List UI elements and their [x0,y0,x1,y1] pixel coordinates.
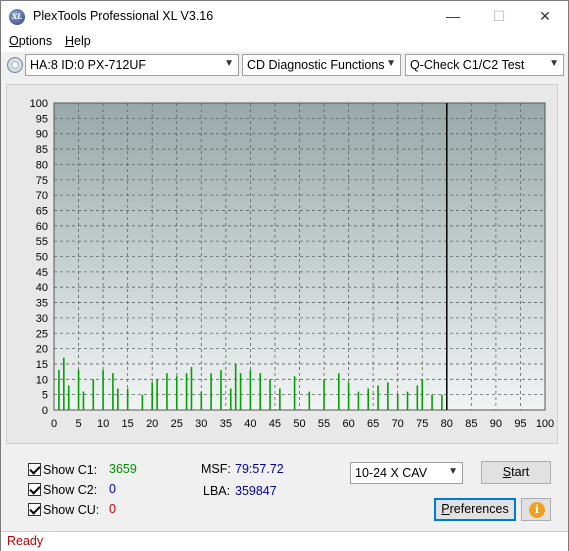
y-tick-label: 35 [36,298,48,310]
function-select[interactable]: CD Diagnostic Functions ▼ [242,54,401,76]
app-logo-icon: XL [9,9,25,25]
status-text: Ready [7,534,44,548]
menu-help[interactable]: Help [65,34,91,48]
x-tick-label: 30 [195,418,207,430]
y-tick-label: 80 [36,159,48,171]
minimize-button[interactable]: — [430,1,476,32]
x-tick-label: 90 [490,418,502,430]
chevron-down-icon: ▼ [224,58,234,69]
results-panel: Show C1: 3659 Show C2: 0 Show CU: 0 MSF:… [6,448,558,528]
x-tick-label: 100 [536,418,554,430]
x-tick-label: 75 [416,418,428,430]
y-tick-label: 25 [36,328,48,340]
x-tick-label: 65 [367,418,379,430]
y-tick-label: 70 [36,190,48,202]
preferences-button-label: references [449,502,509,516]
menu-options[interactable]: Options [9,34,52,48]
y-tick-label: 30 [36,313,48,325]
c1-count: 3659 [109,462,137,476]
test-select-value: Q-Check C1/C2 Test [410,58,525,72]
x-tick-label: 10 [97,418,109,430]
x-tick-label: 70 [392,418,404,430]
function-select-value: CD Diagnostic Functions [247,58,385,72]
drive-select-value: HA:8 ID:0 PX-712UF [30,58,147,72]
c2-count: 0 [109,482,116,496]
y-tick-label: 95 [36,113,48,125]
x-tick-label: 60 [342,418,354,430]
chevron-down-icon: ▼ [386,58,396,69]
msf-value: 79:57.72 [235,462,284,476]
show-c1-label: Show C1: [43,463,98,477]
chart-panel: 0 5 10 15 20 25 30 35 40 45 50 55 60 65 70 75 80 85 90 95 10… [6,84,558,444]
x-tick-label: 15 [122,418,134,430]
lba-label: LBA: [203,484,231,498]
show-c1-checkbox[interactable] [28,463,41,476]
x-tick-label: 25 [171,418,183,430]
drive-select[interactable]: HA:8 ID:0 PX-712UF ▼ [25,54,239,76]
y-tick-label: 50 [36,252,48,264]
start-button-label: tart [511,465,530,479]
start-button-key: S [502,465,512,479]
app-window: XL PlexTools Professional XL V3.16 — ☐ ✕… [0,0,569,551]
y-tick-label: 90 [36,129,48,141]
menu-help-key: H [65,34,75,48]
x-tick-label: 35 [220,418,232,430]
title-bar: XL PlexTools Professional XL V3.16 — ☐ ✕ [1,1,568,32]
info-icon: i [529,502,545,518]
chevron-down-icon: ▼ [448,466,458,477]
close-button[interactable]: ✕ [522,1,568,32]
speed-select[interactable]: 10-24 X CAV ▼ [350,462,463,484]
y-tick-label: 10 [36,374,48,386]
y-tick-label: 0 [42,405,48,417]
y-tick-label: 65 [36,205,48,217]
show-c2-label: Show C2: [43,483,98,497]
test-select[interactable]: Q-Check C1/C2 Test ▼ [405,54,564,76]
y-tick-label: 60 [36,221,48,233]
show-cu-label: Show CU: [43,503,100,517]
toolbar: HA:8 ID:0 PX-712UF ▼ CD Diagnostic Funct… [1,53,568,79]
show-c2-checkbox[interactable] [28,483,41,496]
x-tick-label: 55 [318,418,330,430]
y-tick-label: 15 [36,359,48,371]
cu-count: 0 [109,502,116,516]
menu-options-label: ptions [18,34,53,48]
menu-bar: Options Help [1,32,568,52]
start-button[interactable]: Start [481,461,551,484]
menu-help-label: elp [74,34,91,48]
lba-value: 359847 [235,484,277,498]
y-tick-label: 20 [36,344,48,356]
msf-label: MSF: [201,462,231,476]
y-tick-label: 100 [30,98,48,110]
x-tick-label: 95 [514,418,526,430]
x-tick-label: 80 [441,418,453,430]
speed-select-value: 10-24 X CAV [355,466,428,480]
x-tick-label: 0 [51,418,57,430]
y-tick-label: 85 [36,144,48,156]
show-cu-checkbox[interactable] [28,503,41,516]
cd-drive-icon [7,57,23,73]
info-button[interactable]: i [521,498,551,521]
y-tick-label: 55 [36,236,48,248]
preferences-button[interactable]: Preferences [434,498,516,521]
preferences-button-key: P [441,502,450,516]
y-tick-label: 40 [36,282,48,294]
y-tick-label: 75 [36,175,48,187]
x-tick-label: 20 [146,418,158,430]
c1c2-chart: 0510152025303540455055606570758085909510… [30,98,555,430]
chevron-down-icon: ▼ [549,58,559,69]
x-tick-label: 85 [465,418,477,430]
status-bar: Ready [1,531,568,551]
maximize-button[interactable]: ☐ [476,1,522,32]
y-tick-label: 45 [36,267,48,279]
window-title: PlexTools Professional XL V3.16 [33,9,214,23]
x-tick-label: 40 [244,418,256,430]
y-tick-label: 5 [42,390,48,402]
menu-options-key: O [9,34,19,48]
x-tick-label: 50 [293,418,305,430]
x-tick-label: 45 [269,418,281,430]
x-tick-label: 5 [75,418,81,430]
